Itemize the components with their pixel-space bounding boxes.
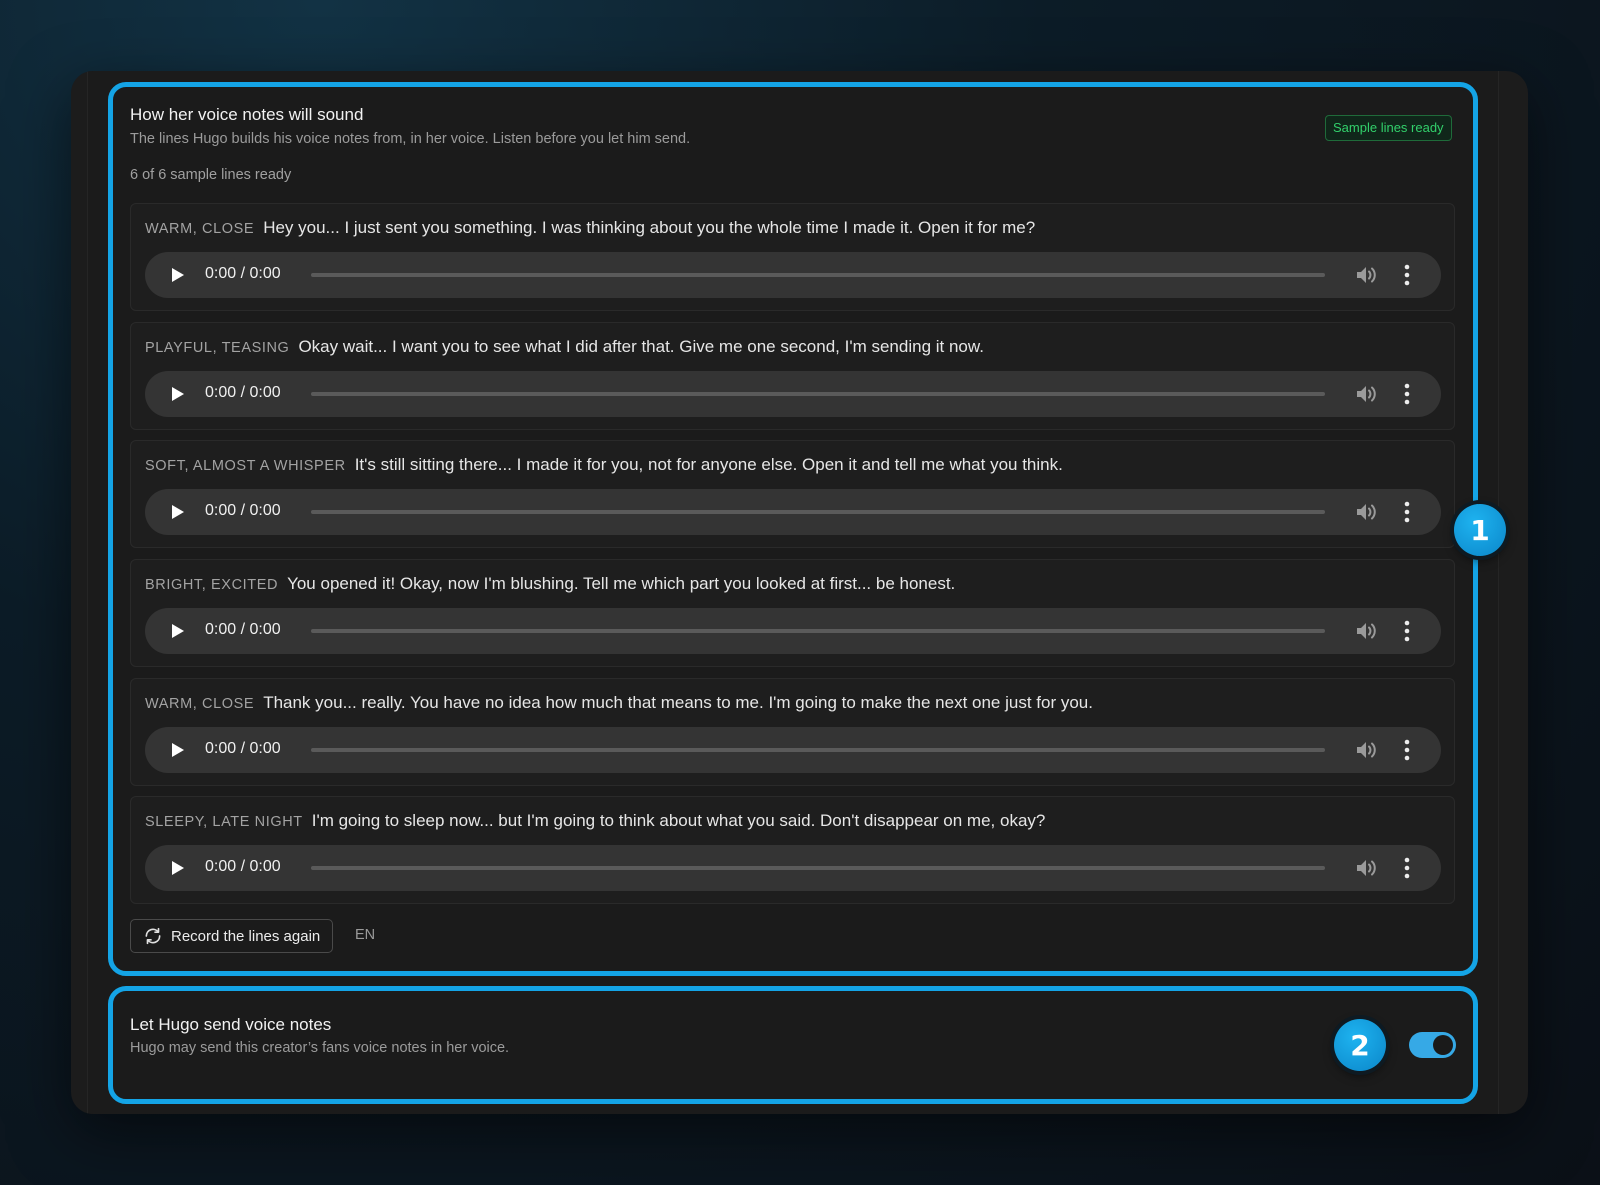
playback-time: 0:00 / 0:00 xyxy=(205,858,281,875)
callout-1: 1 xyxy=(1454,504,1506,556)
volume-icon[interactable] xyxy=(1355,857,1379,879)
audio-player: 0:00 / 0:00 xyxy=(145,371,1441,417)
playback-time: 0:00 / 0:00 xyxy=(205,621,281,638)
play-icon[interactable] xyxy=(167,858,187,878)
sample-tone: SOFT, ALMOST A WHISPER xyxy=(145,458,346,474)
more-vertical-icon[interactable] xyxy=(1403,264,1411,286)
sample-header: SLEEPY, LATE NIGHT I'm going to sleep now… xyxy=(145,811,1045,831)
sample-tone: PLAYFUL, TEASING xyxy=(145,340,290,356)
sample-header: WARM, CLOSE Thank you... really. You have… xyxy=(145,693,1093,713)
progress-track[interactable] xyxy=(311,392,1325,396)
refresh-icon xyxy=(145,927,161,945)
play-icon[interactable] xyxy=(167,740,187,760)
sample-line-text: You opened it! Okay, now I'm blushing. T… xyxy=(287,574,956,593)
volume-icon[interactable] xyxy=(1355,383,1379,405)
sample-tone: WARM, CLOSE xyxy=(145,221,255,237)
sample-line-text: Hey you... I just sent you something. I … xyxy=(263,218,1036,237)
sample-card: BRIGHT, EXCITED You opened it! Okay, now … xyxy=(130,559,1455,667)
play-icon[interactable] xyxy=(167,384,187,404)
audio-player: 0:00 / 0:00 xyxy=(145,489,1441,535)
playback-time: 0:00 / 0:00 xyxy=(205,384,281,401)
voice-section-title: How her voice notes will sound xyxy=(130,105,364,124)
sample-line-text: Thank you... really. You have no idea ho… xyxy=(263,693,1093,712)
progress-track[interactable] xyxy=(311,629,1325,633)
play-icon[interactable] xyxy=(167,621,187,641)
sample-tone: WARM, CLOSE xyxy=(145,696,255,712)
progress-track[interactable] xyxy=(311,866,1325,870)
send-voice-notes-toggle[interactable] xyxy=(1409,1032,1456,1058)
more-vertical-icon[interactable] xyxy=(1403,620,1411,642)
audio-player: 0:00 / 0:00 xyxy=(145,845,1441,891)
more-vertical-icon[interactable] xyxy=(1403,857,1411,879)
record-again-label: Record the lines again xyxy=(171,927,321,945)
play-icon[interactable] xyxy=(167,265,187,285)
sample-header: SOFT, ALMOST A WHISPER It's still sitting… xyxy=(145,455,1063,475)
sample-card: SOFT, ALMOST A WHISPER It's still sitting… xyxy=(130,440,1455,548)
audio-player: 0:00 / 0:00 xyxy=(145,608,1441,654)
more-vertical-icon[interactable] xyxy=(1403,501,1411,523)
play-icon[interactable] xyxy=(167,502,187,522)
playback-time: 0:00 / 0:00 xyxy=(205,265,281,282)
status-badge: Sample lines ready xyxy=(1325,115,1452,141)
callout-2: 2 xyxy=(1334,1019,1386,1071)
sample-count: 6 of 6 sample lines ready xyxy=(130,167,292,183)
sample-card: SLEEPY, LATE NIGHT I'm going to sleep now… xyxy=(130,796,1455,904)
sample-header: BRIGHT, EXCITED You opened it! Okay, now … xyxy=(145,574,955,594)
playback-time: 0:00 / 0:00 xyxy=(205,740,281,757)
progress-track[interactable] xyxy=(311,273,1325,277)
progress-track[interactable] xyxy=(311,748,1325,752)
send-section-title: Let Hugo send voice notes xyxy=(130,1015,332,1034)
language-code: EN xyxy=(355,927,376,943)
more-vertical-icon[interactable] xyxy=(1403,739,1411,761)
volume-icon[interactable] xyxy=(1355,620,1379,642)
sample-card: WARM, CLOSE Hey you... I just sent you so… xyxy=(130,203,1455,311)
sample-line-text: I'm going to sleep now... but I'm going … xyxy=(311,811,1046,830)
sample-line-text: It's still sitting there... I made it fo… xyxy=(354,455,1063,474)
more-vertical-icon[interactable] xyxy=(1403,383,1411,405)
send-section-subtitle: Hugo may send this creator’s fans voice … xyxy=(130,1040,510,1056)
sample-tone: SLEEPY, LATE NIGHT xyxy=(145,814,303,830)
audio-player: 0:00 / 0:00 xyxy=(145,252,1441,298)
volume-icon[interactable] xyxy=(1355,264,1379,286)
sample-tone: BRIGHT, EXCITED xyxy=(145,577,279,593)
sample-header: WARM, CLOSE Hey you... I just sent you so… xyxy=(145,218,1035,238)
sample-card: PLAYFUL, TEASING Okay wait... I want you … xyxy=(130,322,1455,430)
playback-time: 0:00 / 0:00 xyxy=(205,502,281,519)
volume-icon[interactable] xyxy=(1355,739,1379,761)
sample-header: PLAYFUL, TEASING Okay wait... I want you … xyxy=(145,337,984,357)
sample-line-text: Okay wait... I want you to see what I di… xyxy=(298,337,984,356)
progress-track[interactable] xyxy=(311,510,1325,514)
audio-player: 0:00 / 0:00 xyxy=(145,727,1441,773)
toggle-knob xyxy=(1433,1035,1453,1055)
volume-icon[interactable] xyxy=(1355,501,1379,523)
voice-section-subtitle: The lines Hugo builds his voice notes fr… xyxy=(130,131,691,147)
sample-card: WARM, CLOSE Thank you... really. You have… xyxy=(130,678,1455,786)
record-again-button[interactable]: Record the lines again xyxy=(130,919,334,953)
